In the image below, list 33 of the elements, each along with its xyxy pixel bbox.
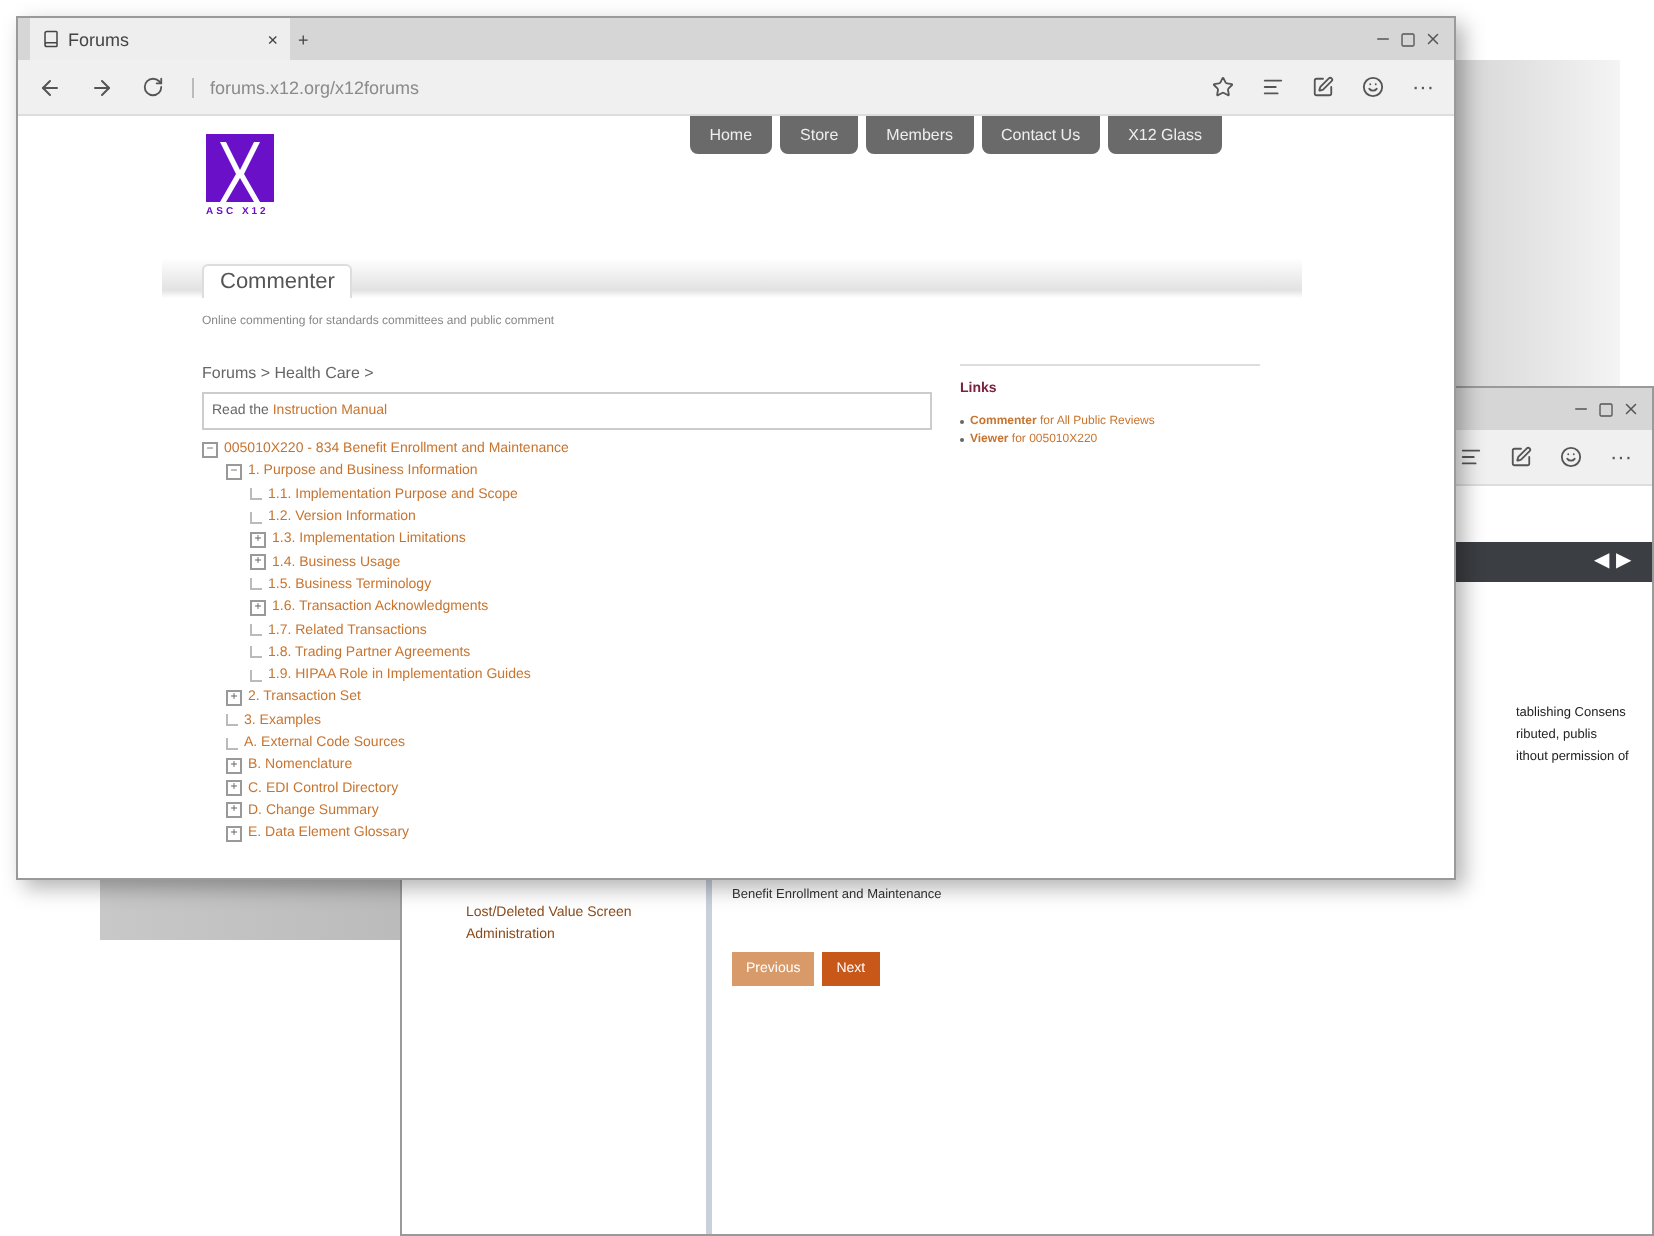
refresh-icon[interactable]	[142, 76, 164, 98]
smiley-icon[interactable]	[1362, 76, 1384, 98]
star-icon[interactable]	[1212, 76, 1234, 98]
nav-button[interactable]: Home	[689, 116, 773, 154]
nav-button[interactable]: Members	[866, 116, 974, 154]
new-tab-button[interactable]: +	[298, 29, 309, 49]
page-tab[interactable]: Commenter	[202, 264, 353, 298]
nav-button[interactable]: Contact Us	[981, 116, 1101, 154]
forward-icon[interactable]	[90, 75, 114, 99]
back-icon[interactable]	[38, 75, 62, 99]
previous-arrow[interactable]: ◀	[1594, 550, 1610, 574]
smiley-icon[interactable]	[1560, 446, 1582, 468]
next-arrow[interactable]: ▶	[1616, 550, 1632, 574]
logo-icon	[206, 134, 274, 202]
more-button[interactable]: ···	[1412, 75, 1434, 99]
maximize-icon[interactable]	[1598, 401, 1614, 417]
maximize-icon[interactable]	[1400, 31, 1416, 47]
browser-tab[interactable]: Forums ×	[30, 18, 290, 60]
more-button[interactable]: ···	[1610, 445, 1632, 469]
hub-icon[interactable]	[1460, 446, 1482, 468]
tree-branch-icon	[250, 578, 262, 591]
close-icon[interactable]	[1424, 30, 1442, 48]
close-icon[interactable]	[1622, 400, 1640, 418]
close-tab-button[interactable]: ×	[267, 29, 278, 49]
tab-title: Forums	[68, 29, 132, 49]
breadcrumb: Forums > Health Care >	[202, 364, 376, 382]
nav-button[interactable]: X12 Glass	[1108, 116, 1222, 154]
note-icon[interactable]	[1312, 76, 1334, 98]
nav-button[interactable]: Store	[780, 116, 859, 154]
note-icon[interactable]	[1510, 446, 1532, 468]
hub-icon[interactable]	[1262, 76, 1284, 98]
address-field[interactable]: forums.x12.org/x12forums	[192, 77, 1184, 97]
page-icon	[42, 30, 60, 48]
